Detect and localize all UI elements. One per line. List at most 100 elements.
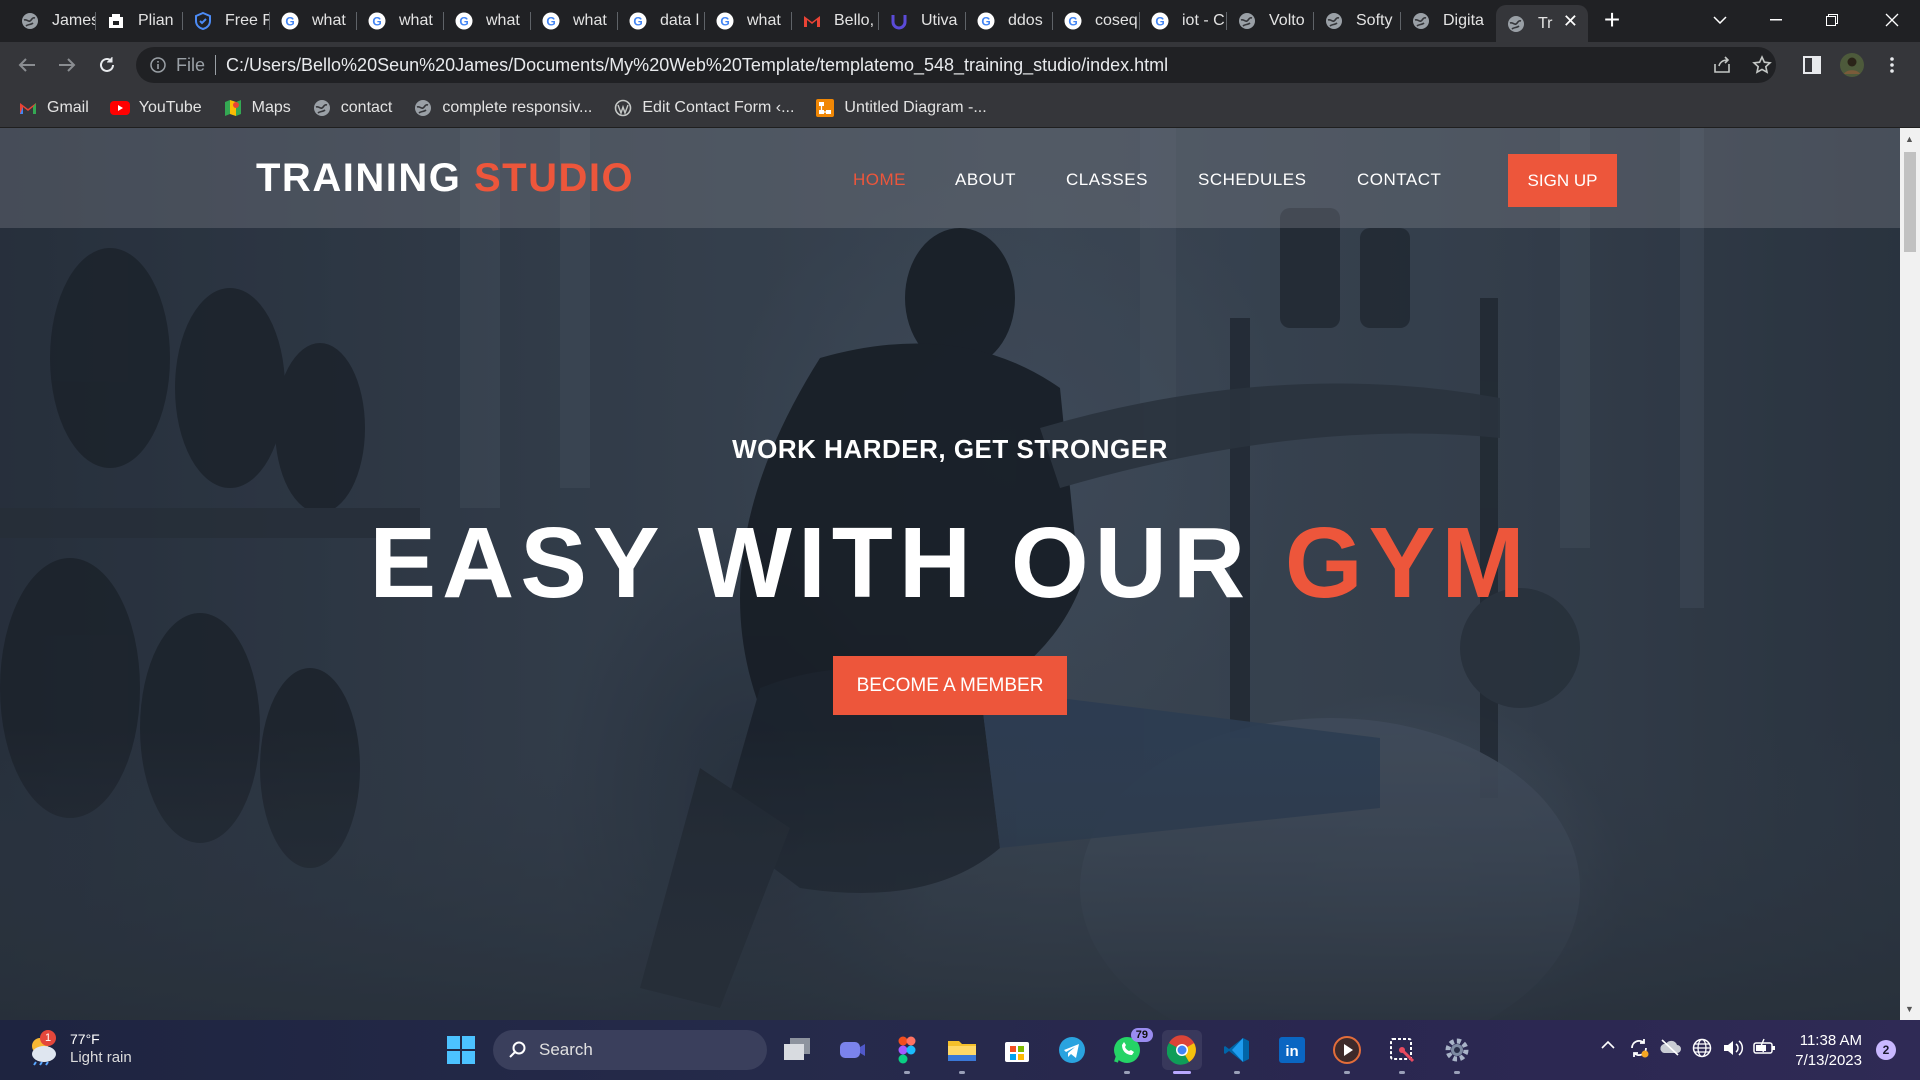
- nav-classes[interactable]: CLASSES: [1066, 170, 1148, 190]
- snipping-tool-icon[interactable]: [1382, 1030, 1422, 1074]
- tab-training-studio-active[interactable]: Tr ✕: [1496, 5, 1588, 42]
- tab-data[interactable]: G data l: [618, 5, 705, 37]
- tab-title: Softy: [1356, 12, 1393, 29]
- running-indicator: [1344, 1071, 1350, 1074]
- tab-coseq[interactable]: G coseq: [1053, 5, 1140, 37]
- tab-ddos[interactable]: G ddos: [966, 5, 1053, 37]
- tab-james[interactable]: James: [10, 5, 96, 37]
- bookmark-label: Edit Contact Form ‹...: [642, 98, 795, 116]
- site-logo[interactable]: TRAINING STUDIO: [256, 156, 634, 201]
- share-icon[interactable]: [1710, 53, 1734, 77]
- media-player-icon[interactable]: [1327, 1030, 1367, 1074]
- system-clock[interactable]: 11:38 AM 7/13/2023: [1790, 1031, 1862, 1071]
- file-explorer-icon[interactable]: [942, 1030, 982, 1074]
- language-globe-icon[interactable]: [1692, 1038, 1712, 1058]
- tab-utiva[interactable]: Utiva: [879, 5, 966, 37]
- site-header: TRAINING STUDIO HOME ABOUT CLASSES SCHED…: [0, 128, 1900, 228]
- address-bar[interactable]: File C:/Users/Bello%20Seun%20James/Docum…: [136, 47, 1776, 83]
- tab-title: Free F: [225, 12, 270, 29]
- nav-home[interactable]: HOME: [853, 170, 906, 190]
- onedrive-offline-icon[interactable]: [1659, 1038, 1681, 1056]
- back-arrow-icon[interactable]: [13, 51, 41, 79]
- tab-plian[interactable]: Plian: [96, 5, 183, 37]
- tab-softy[interactable]: Softy: [1314, 5, 1401, 37]
- url-text[interactable]: C:/Users/Bello%20Seun%20James/Documents/…: [226, 55, 1168, 76]
- microsoft-store-icon[interactable]: [997, 1030, 1037, 1070]
- nav-schedules[interactable]: SCHEDULES: [1198, 170, 1306, 190]
- tab-free[interactable]: Free F: [183, 5, 270, 37]
- nav-contact[interactable]: CONTACT: [1357, 170, 1441, 190]
- tab-volto[interactable]: Volto: [1227, 5, 1314, 37]
- page-viewport: TRAINING STUDIO HOME ABOUT CLASSES SCHED…: [0, 128, 1900, 1020]
- whatsapp-icon[interactable]: 79: [1107, 1028, 1153, 1074]
- youtube-icon: [109, 98, 130, 118]
- google-icon: G: [541, 11, 561, 31]
- restore-icon[interactable]: [1804, 0, 1860, 40]
- tab-what-4[interactable]: G what: [531, 5, 618, 37]
- sign-up-button[interactable]: SIGN UP: [1508, 154, 1617, 207]
- scrollbar-thumb[interactable]: [1904, 152, 1916, 252]
- weather-temp: 77°F: [70, 1031, 100, 1047]
- battery-icon[interactable]: [1753, 1038, 1777, 1056]
- close-window-icon[interactable]: [1864, 0, 1920, 40]
- bookmark-youtube[interactable]: YouTube: [109, 98, 202, 118]
- tab-digita[interactable]: Digita: [1401, 5, 1488, 37]
- forward-arrow-icon[interactable]: [53, 51, 81, 79]
- globe-icon: [1237, 11, 1257, 31]
- nav-about[interactable]: ABOUT: [955, 170, 1016, 190]
- side-panel-icon[interactable]: [1800, 53, 1824, 77]
- maps-icon: [223, 98, 243, 118]
- new-tab-button[interactable]: +: [1598, 6, 1626, 35]
- profile-avatar[interactable]: [1840, 53, 1864, 77]
- tab-what-5[interactable]: G what: [705, 5, 792, 37]
- bookmark-star-icon[interactable]: [1750, 53, 1774, 77]
- bookmark-label: Untitled Diagram -...: [844, 98, 987, 116]
- bookmark-contact[interactable]: contact: [312, 98, 393, 118]
- tab-what-3[interactable]: G what: [444, 5, 531, 37]
- telegram-icon[interactable]: [1052, 1030, 1092, 1070]
- search-label: Search: [539, 1040, 593, 1059]
- bookmark-edit-contact-form[interactable]: Edit Contact Form ‹...: [613, 98, 794, 118]
- tab-title: what: [747, 12, 781, 29]
- weather-alert-badge: 1: [40, 1030, 56, 1046]
- tab-search-chevron-icon[interactable]: [1692, 0, 1748, 40]
- scroll-down-arrow-icon[interactable]: ▼: [1905, 1004, 1914, 1014]
- bookmark-gmail[interactable]: Gmail: [18, 98, 89, 118]
- sync-icon[interactable]: [1628, 1037, 1650, 1059]
- become-member-button[interactable]: BECOME A MEMBER: [833, 656, 1067, 715]
- windows-start-icon[interactable]: [441, 1030, 481, 1070]
- globe-icon: [1324, 11, 1344, 31]
- hero-headline: EASY WITH OUR GYM: [0, 508, 1900, 618]
- bookmark-complete-responsive[interactable]: complete responsiv...: [413, 98, 592, 118]
- minimize-icon[interactable]: [1748, 0, 1804, 40]
- globe-icon: [413, 98, 433, 118]
- scroll-up-arrow-icon[interactable]: ▲: [1905, 134, 1914, 144]
- vscode-icon[interactable]: [1217, 1030, 1257, 1074]
- info-icon[interactable]: [150, 57, 166, 73]
- page-scrollbar[interactable]: ▲ ▼: [1900, 128, 1920, 1020]
- taskbar-search-box[interactable]: Search: [493, 1030, 767, 1070]
- show-hidden-icons-chevron-icon[interactable]: [1601, 1040, 1615, 1050]
- task-view-icon[interactable]: [778, 1030, 818, 1070]
- bookmark-maps[interactable]: Maps: [223, 98, 291, 118]
- tab-what-2[interactable]: G what: [357, 5, 444, 37]
- bookmark-label: Gmail: [47, 98, 89, 116]
- linkedin-icon[interactable]: in: [1272, 1030, 1312, 1070]
- reload-icon[interactable]: [93, 51, 121, 79]
- tab-iot[interactable]: G iot - C: [1140, 5, 1227, 37]
- figma-icon[interactable]: [887, 1030, 927, 1074]
- close-tab-icon[interactable]: ✕: [1563, 12, 1578, 30]
- weather-widget[interactable]: 1 77°F Light rain: [26, 1030, 132, 1068]
- teams-icon[interactable]: [832, 1030, 872, 1070]
- settings-gear-icon[interactable]: [1437, 1030, 1477, 1074]
- running-indicator: [1399, 1071, 1405, 1074]
- bookmark-untitled-diagram[interactable]: Untitled Diagram -...: [815, 98, 987, 118]
- tab-what-1[interactable]: G what: [270, 5, 357, 37]
- svg-text:G: G: [459, 15, 468, 29]
- volume-icon[interactable]: [1722, 1038, 1744, 1058]
- tab-bello[interactable]: Bello,: [792, 5, 879, 37]
- kebab-menu-icon[interactable]: [1880, 53, 1904, 77]
- bookmark-label: contact: [340, 98, 393, 116]
- notification-count-badge[interactable]: 2: [1876, 1040, 1896, 1060]
- chrome-icon[interactable]: [1162, 1030, 1202, 1074]
